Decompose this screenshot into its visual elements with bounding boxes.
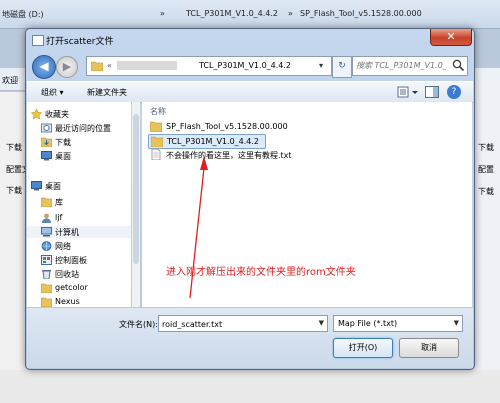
background-label: 下载 xyxy=(478,143,494,152)
close-icon: ✕ xyxy=(446,30,456,43)
help-icon: ? xyxy=(451,87,457,97)
background-address-bar: 地磁盘 (D:) » TCL_P301M_V1.0_4.4.2 » SP_Fla… xyxy=(0,0,500,29)
desktop-icon xyxy=(31,181,42,191)
folder-icon xyxy=(40,283,53,294)
background-crumb-folder: TCL_P301M_V1.0_4.4.2 xyxy=(186,9,279,18)
nav-item-control-panel[interactable]: 控制面板 xyxy=(27,254,131,266)
window-icon xyxy=(32,35,44,46)
cancel-button[interactable]: 取消 xyxy=(399,338,459,358)
nav-item-favorites[interactable]: 收藏夹 xyxy=(27,108,131,120)
network-icon xyxy=(41,241,52,251)
open-scatter-dialog: 打开scatter文件 ✕ ◀ ▶ « TCL_P301M_V1.0_4.4.2… xyxy=(25,28,475,370)
refresh-icon: ↻ xyxy=(338,61,346,71)
nav-item-recycle-bin[interactable]: 回收站 xyxy=(27,268,131,280)
organize-button[interactable]: 组织 ▾ xyxy=(41,87,64,98)
nav-item-label: 收藏夹 xyxy=(45,110,69,119)
background-label: 下载 xyxy=(478,187,494,196)
scrollbar-thumb[interactable] xyxy=(133,114,139,264)
recycle-bin-icon xyxy=(41,269,52,280)
nav-item-label: 库 xyxy=(55,198,63,207)
nav-item-user[interactable]: ljf xyxy=(27,212,131,224)
nav-item-desktop-favorite[interactable]: 桌面 xyxy=(27,150,131,162)
star-icon xyxy=(30,108,43,120)
forward-button[interactable]: ▶ xyxy=(56,56,78,78)
nav-item-label: 桌面 xyxy=(55,152,71,161)
forward-arrow-icon: ▶ xyxy=(62,60,72,73)
background-crumb-tool: SP_Flash_Tool_v5.1528.00.000 xyxy=(300,9,422,18)
folder-icon xyxy=(40,297,53,307)
background-label: 下载 xyxy=(6,143,22,152)
nav-item-nexus[interactable]: Nexus xyxy=(27,296,131,307)
background-bottom-area xyxy=(0,370,500,403)
back-arrow-icon: ◀ xyxy=(39,59,49,73)
nav-item-recent-places[interactable]: 最近访问的位置 xyxy=(27,122,131,134)
folder-icon xyxy=(90,61,104,73)
nav-item-label: 控制面板 xyxy=(55,256,87,265)
annotation-caption: 进入刚才解压出来的文件夹里的rom文件夹 xyxy=(166,267,356,278)
search-icon[interactable] xyxy=(452,59,465,72)
refresh-button[interactable]: ↻ xyxy=(332,56,352,78)
nav-item-label: 网络 xyxy=(55,242,71,251)
chevron-down-icon: ▼ xyxy=(453,319,459,327)
background-crumb-sep: » xyxy=(160,9,165,18)
title-bar[interactable]: 打开scatter文件 ✕ xyxy=(26,29,474,51)
background-label: 下载 xyxy=(6,186,22,195)
computer-icon xyxy=(41,227,52,237)
filename-label: 文件名(N): xyxy=(119,320,158,329)
address-overflow[interactable]: « xyxy=(107,61,112,70)
desktop-icon xyxy=(41,151,52,161)
nav-item-computer[interactable]: 计算机 xyxy=(27,226,131,238)
search-input[interactable] xyxy=(356,59,446,72)
nav-item-label: getcolor xyxy=(55,283,88,292)
download-folder-icon xyxy=(40,137,53,148)
background-crumb-sep: » xyxy=(288,9,293,18)
nav-item-label: Nexus xyxy=(55,297,80,306)
user-folder-icon xyxy=(41,213,52,223)
background-crumb-drive: 地磁盘 (D:) xyxy=(2,10,44,19)
control-panel-icon xyxy=(41,255,52,265)
filetype-select[interactable]: Map File (*.txt) ▼ xyxy=(333,315,463,332)
search-box[interactable] xyxy=(352,56,468,76)
nav-item-getcolor[interactable]: getcolor xyxy=(27,282,131,294)
view-options-button[interactable] xyxy=(397,85,419,99)
filename-input[interactable] xyxy=(162,318,308,330)
background-label: 配置 xyxy=(478,165,494,174)
nav-item-downloads[interactable]: 下载 xyxy=(27,136,131,148)
navigation-bar: ◀ ▶ « TCL_P301M_V1.0_4.4.2 ▾ ↻ xyxy=(32,53,468,79)
address-bar[interactable]: « TCL_P301M_V1.0_4.4.2 ▾ xyxy=(86,56,332,76)
navigation-scrollbar[interactable] xyxy=(132,102,140,307)
nav-item-libraries[interactable]: 库 xyxy=(27,196,131,208)
help-button[interactable]: ? xyxy=(447,85,461,99)
nav-item-desktop[interactable]: 桌面 xyxy=(27,180,131,192)
nav-item-label: 桌面 xyxy=(45,182,61,191)
nav-item-label: 计算机 xyxy=(55,228,79,237)
dialog-footer: 文件名(N): ▼ Map File (*.txt) ▼ 打开(O) 取消 xyxy=(27,308,473,368)
navigation-pane: 收藏夹 最近访问的位置 下载 桌面 桌面 库 ljf 计算机 网络 控制面板 回… xyxy=(27,102,131,307)
new-folder-button[interactable]: 新建文件夹 xyxy=(87,87,127,98)
nav-item-label: 最近访问的位置 xyxy=(55,124,111,133)
close-button[interactable]: ✕ xyxy=(430,29,472,46)
background-welcome-tab: 欢迎 xyxy=(2,76,18,85)
address-dropdown-arrow[interactable]: ▾ xyxy=(319,61,323,70)
nav-item-network[interactable]: 网络 xyxy=(27,240,131,252)
address-redacted-segment xyxy=(117,61,177,70)
nav-item-label: ljf xyxy=(55,213,63,222)
library-icon xyxy=(40,197,53,208)
open-button[interactable]: 打开(O) xyxy=(333,338,393,358)
recent-places-icon xyxy=(41,123,52,133)
address-path[interactable]: TCL_P301M_V1.0_4.4.2 xyxy=(199,61,291,70)
nav-item-label: 下载 xyxy=(55,138,71,147)
back-button[interactable]: ◀ xyxy=(32,55,56,79)
command-bar: 组织 ▾ 新建文件夹 ? xyxy=(27,81,473,103)
nav-item-label: 回收站 xyxy=(55,270,79,279)
filetype-value: Map File (*.txt) xyxy=(338,319,398,328)
chevron-down-icon[interactable]: ▼ xyxy=(319,319,324,327)
preview-pane-icon[interactable] xyxy=(425,86,439,100)
dialog-title: 打开scatter文件 xyxy=(46,37,114,47)
filename-field[interactable]: ▼ xyxy=(158,315,328,332)
